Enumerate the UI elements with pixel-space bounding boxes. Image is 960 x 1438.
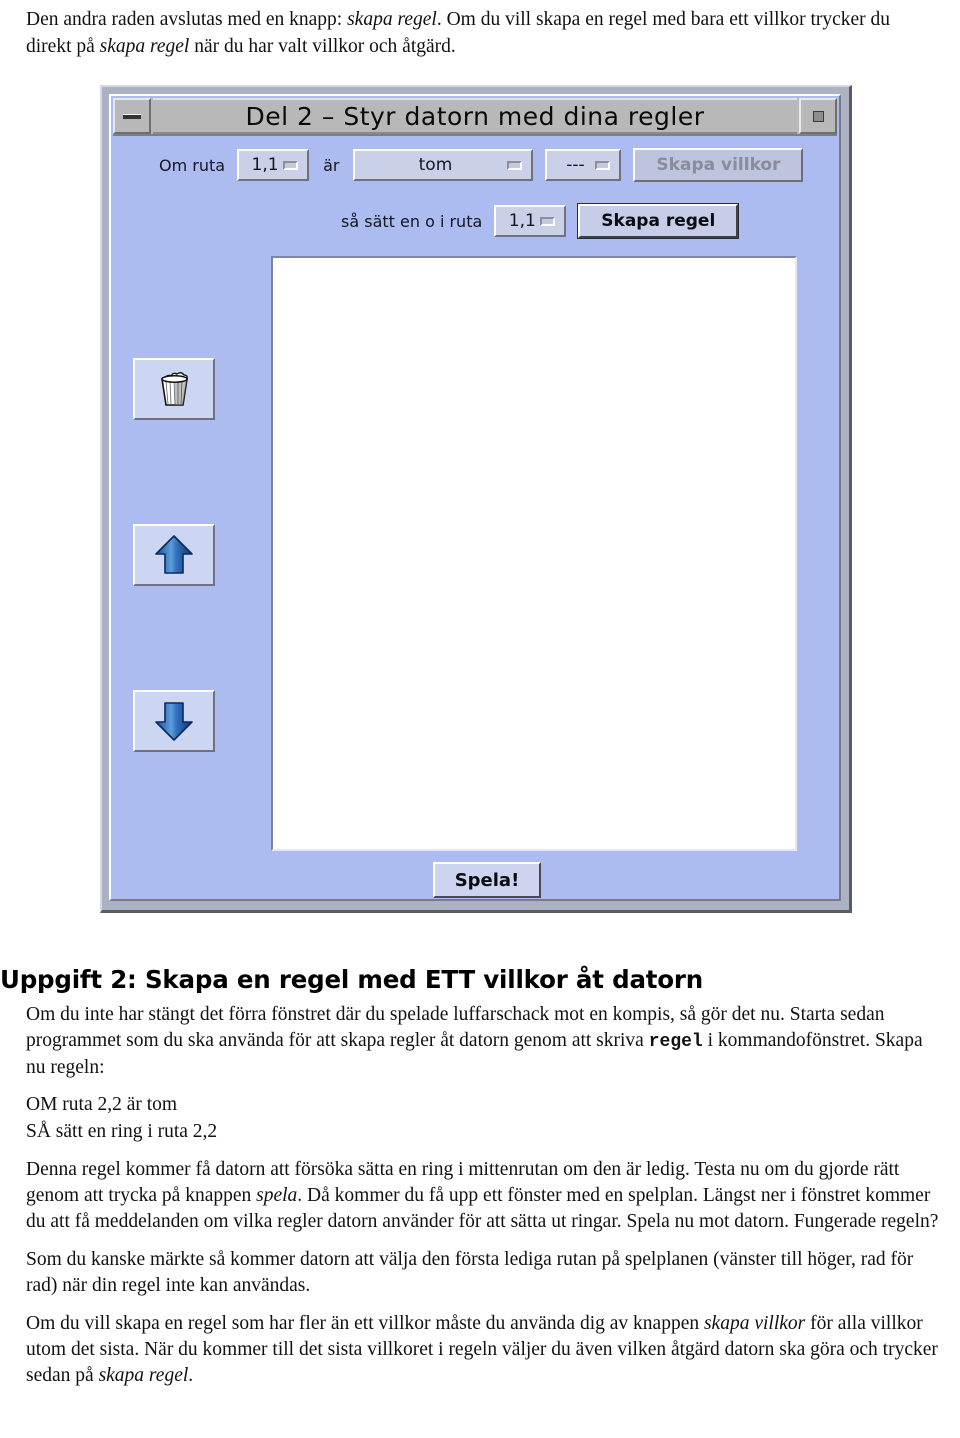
- window-title: Del 2 – Styr datorn med dina regler: [153, 98, 797, 134]
- window-titlebar: Del 2 – Styr datorn med dina regler: [113, 98, 837, 136]
- p4-emphasis-skapa-villkor: skapa villkor: [703, 1313, 806, 1334]
- p4-text-c: .: [188, 1365, 194, 1386]
- p1-code-regel: regel: [648, 1032, 703, 1052]
- condition-state-dropdown[interactable]: tom: [353, 149, 534, 181]
- task-paragraph-4: Om du vill skapa en regel som har fler ä…: [0, 1311, 960, 1389]
- window-outer-frame: Del 2 – Styr datorn med dina regler Om r…: [100, 85, 852, 913]
- p4-text-a: Om du vill skapa en regel som har fler ä…: [26, 1313, 704, 1334]
- rule-line-condition: OM ruta 2,2 är tom: [26, 1094, 178, 1115]
- action-cell-dropdown[interactable]: 1,1: [494, 205, 567, 237]
- dropdown-indicator-icon: [595, 160, 611, 170]
- arrow-down-icon: [155, 702, 193, 741]
- create-rule-button[interactable]: Skapa regel: [577, 203, 740, 239]
- delete-rule-button[interactable]: [133, 358, 215, 420]
- play-button[interactable]: Spela!: [433, 862, 541, 898]
- task-paragraph-1: Om du inte har stängt det förra fönstret…: [0, 1002, 960, 1081]
- dropdown-indicator-icon: [283, 160, 299, 170]
- condition-cell-dropdown[interactable]: 1,1: [237, 149, 310, 181]
- task-section: Uppgift 2: Skapa en regel med ETT villko…: [0, 965, 960, 1399]
- task-paragraph-3: Som du kanske märkte så kommer datorn at…: [26, 1249, 914, 1296]
- intro-paragraph: Den andra raden avslutas med en knapp: s…: [26, 6, 938, 60]
- condition-prefix-label: Om ruta: [159, 155, 226, 175]
- rule-line-action: SÅ sätt en ring i ruta 2,2: [26, 1121, 218, 1142]
- action-prefix-label: så sätt en o i ruta: [341, 211, 483, 231]
- dropdown-indicator-icon: [540, 216, 556, 226]
- dropdown-indicator-icon: [507, 160, 523, 170]
- move-up-button[interactable]: [133, 524, 215, 586]
- action-row: så sätt en o i ruta 1,1 Skapa regel: [111, 203, 839, 239]
- intro-text-a: Den andra raden avslutas med en knapp:: [26, 9, 348, 30]
- task-heading: Uppgift 2: Skapa en regel med ETT villko…: [0, 965, 704, 994]
- app-window-screenshot: Del 2 – Styr datorn med dina regler Om r…: [100, 85, 852, 913]
- intro-text-c: när du har valt villkor och åtgärd.: [189, 36, 456, 57]
- condition-row: Om ruta 1,1 är tom --- Skapa villkor: [111, 148, 839, 182]
- intro-emphasis-skapa-regel-1: skapa regel: [347, 9, 437, 30]
- p2-emphasis-spela: spela: [256, 1185, 298, 1206]
- condition-state-value: tom: [418, 155, 453, 175]
- trash-can-icon: [161, 372, 188, 406]
- maximize-icon: [812, 110, 824, 122]
- minimize-button[interactable]: [113, 98, 151, 134]
- create-condition-button[interactable]: Skapa villkor: [633, 148, 804, 182]
- rules-list-pane[interactable]: [271, 256, 797, 851]
- condition-connector-dropdown[interactable]: ---: [545, 149, 622, 181]
- move-down-button[interactable]: [133, 690, 215, 752]
- window-client-area: Del 2 – Styr datorn med dina regler Om r…: [109, 94, 841, 901]
- arrow-up-icon: [155, 535, 193, 574]
- intro-emphasis-skapa-regel-2: skapa regel: [99, 36, 190, 57]
- minimize-icon: [123, 113, 141, 119]
- maximize-button[interactable]: [799, 98, 837, 134]
- p4-emphasis-skapa-regel: skapa regel: [98, 1365, 189, 1386]
- task-paragraph-2: Denna regel kommer få datorn att försöka…: [0, 1157, 960, 1235]
- condition-verb-label: är: [323, 155, 340, 175]
